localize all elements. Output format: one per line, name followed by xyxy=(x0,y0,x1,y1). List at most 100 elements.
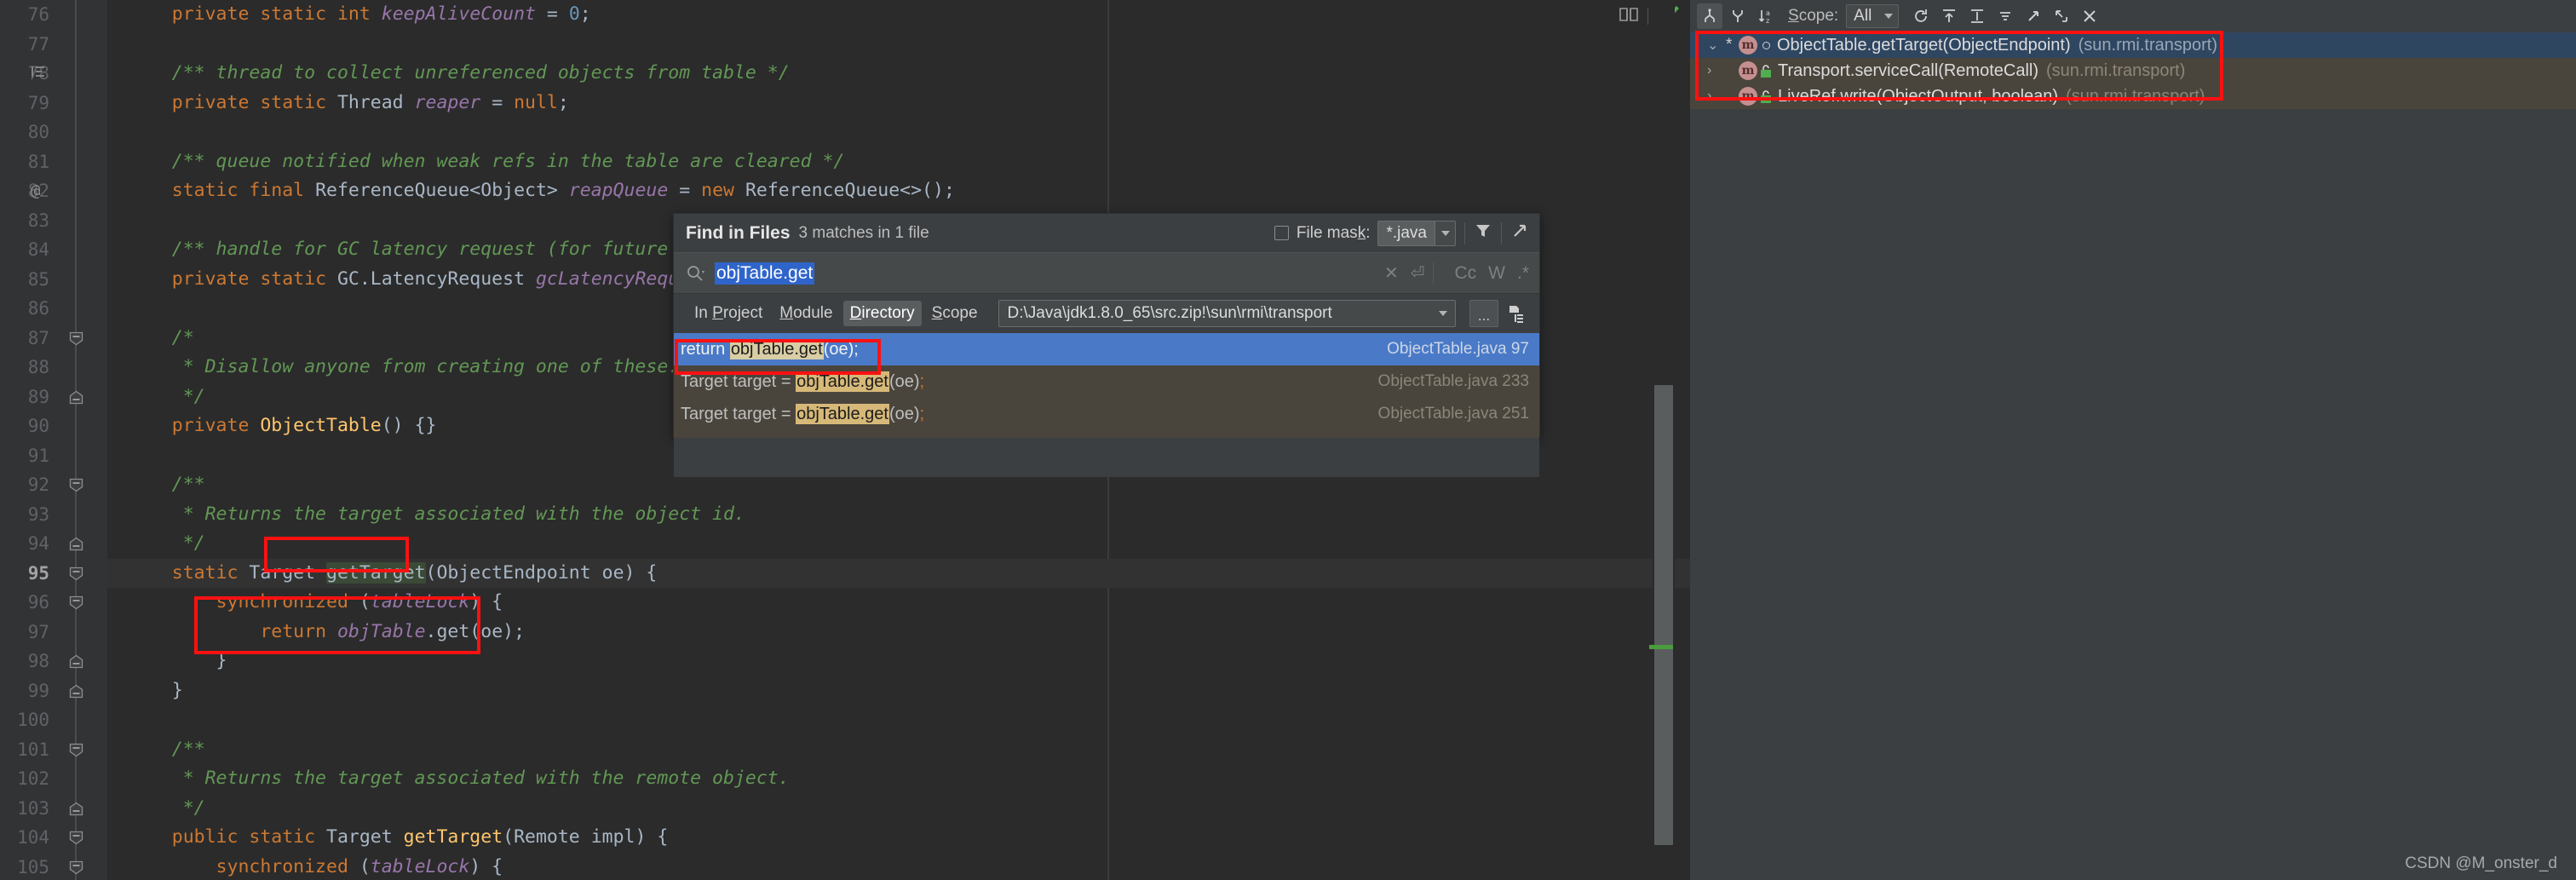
scope-tab-in-project[interactable]: In Project xyxy=(687,301,769,326)
expand-all-icon[interactable] xyxy=(1936,3,1962,29)
fold-collapse-icon[interactable] xyxy=(68,653,84,670)
module-tree-icon[interactable] xyxy=(1502,300,1531,327)
callee-hierarchy-icon[interactable] xyxy=(1697,3,1722,29)
caller-hierarchy-icon[interactable] xyxy=(1725,3,1751,29)
code-line[interactable]: /** queue notified when weak refs in the… xyxy=(107,147,1690,177)
code-line[interactable]: /** xyxy=(107,735,1690,765)
chevron-right-icon[interactable]: › xyxy=(1707,89,1726,104)
refresh-icon[interactable] xyxy=(1908,3,1934,29)
fold-expand-icon[interactable] xyxy=(68,477,84,493)
gutter-line-number[interactable]: 105 xyxy=(0,853,107,880)
gutter-line-number[interactable]: 98 xyxy=(0,647,107,676)
code-line[interactable]: */ xyxy=(107,794,1690,824)
gutter-line-number[interactable]: 87 xyxy=(0,324,107,354)
whole-words-toggle[interactable]: W xyxy=(1488,263,1505,284)
gutter-line-number[interactable]: 78 xyxy=(0,59,107,89)
chevron-down-icon[interactable] xyxy=(1431,311,1455,316)
gutter-line-number[interactable]: 82 xyxy=(0,176,107,206)
code-line[interactable]: public static Target getTarget(Remote im… xyxy=(107,823,1690,853)
file-mask-checkbox[interactable] xyxy=(1274,226,1289,240)
code-line[interactable]: */ xyxy=(107,529,1690,559)
hierarchy-scope-select[interactable]: All xyxy=(1846,4,1900,28)
gutter-line-number[interactable]: 86 xyxy=(0,294,107,324)
gutter-line-number[interactable]: 79 xyxy=(0,89,107,118)
gutter-line-number[interactable]: 93 xyxy=(0,500,107,530)
gutter-line-number[interactable]: 101 xyxy=(0,735,107,765)
filter-icon[interactable] xyxy=(1474,221,1492,244)
find-results-list[interactable]: return objTable.get(oe); ObjectTable.java… xyxy=(674,333,1539,438)
code-line[interactable]: * Returns the target associated with the… xyxy=(107,500,1690,530)
gutter-line-number[interactable]: 77 xyxy=(0,30,107,60)
history-icon[interactable]: ⏎ xyxy=(1411,262,1425,284)
editor-scrollbar-thumb[interactable] xyxy=(1654,385,1673,845)
collapse-all-icon[interactable] xyxy=(1964,3,1990,29)
fold-collapse-icon[interactable] xyxy=(68,389,84,405)
file-mask-select[interactable]: *.java xyxy=(1377,220,1456,246)
code-line[interactable]: static Target getTarget(ObjectEndpoint o… xyxy=(107,558,1690,588)
browse-button[interactable]: ... xyxy=(1469,300,1498,327)
code-line[interactable]: /** thread to collect unreferenced objec… xyxy=(107,59,1690,89)
find-search-row[interactable]: objTable.get ✕ ⏎ Cc W .* xyxy=(674,253,1539,294)
search-input[interactable]: objTable.get xyxy=(715,262,815,285)
directory-path-select[interactable]: D:\Java\jdk1.8.0_65\src.zip!\sun\rmi\tra… xyxy=(998,300,1456,327)
hierarchy-toolbar[interactable]: a z Scope: All xyxy=(1690,0,2576,32)
gutter-line-number[interactable]: 103 xyxy=(0,794,107,824)
gutter-line-number[interactable]: 84 xyxy=(0,235,107,265)
scope-tab-module[interactable]: Module xyxy=(773,301,839,326)
code-line[interactable]: static final ReferenceQueue<Object> reap… xyxy=(107,176,1690,206)
find-in-files-dialog[interactable]: Find in Files 3 matches in 1 file File m… xyxy=(673,213,1540,477)
gutter-line-number[interactable]: 76 xyxy=(0,0,107,30)
gutter-line-number[interactable]: 97 xyxy=(0,618,107,647)
hierarchy-row[interactable]: ⌄ * m ObjectTable.getTarget(ObjectEndpoint)… xyxy=(1690,32,2576,58)
code-line[interactable] xyxy=(107,118,1690,147)
gutter-line-number[interactable]: 88 xyxy=(0,353,107,382)
gutter-line-number[interactable]: 102 xyxy=(0,764,107,794)
gutter-line-number[interactable]: 96 xyxy=(0,588,107,618)
gutter-line-number[interactable]: 85 xyxy=(0,265,107,295)
book-icon[interactable] xyxy=(1619,6,1639,27)
fold-collapse-icon[interactable] xyxy=(68,683,84,699)
editor-gutter[interactable]: 76 77 78 79 80 81 82 83 84 85 86 87 88 89 90 91 92 93 94 95… xyxy=(0,0,107,880)
regex-toggle[interactable]: .* xyxy=(1517,263,1529,284)
hierarchy-row[interactable]: › m LiveRef.write(ObjectOutput, boolean) (s… xyxy=(1690,83,2576,109)
pin-tab-icon[interactable] xyxy=(2021,3,2046,29)
fold-expand-icon[interactable] xyxy=(68,595,84,611)
fold-expand-icon[interactable] xyxy=(68,742,84,758)
fold-expand-icon[interactable] xyxy=(68,830,84,846)
pin-icon[interactable] xyxy=(1510,221,1529,244)
code-line[interactable]: synchronized (tableLock) { xyxy=(107,588,1690,618)
fold-collapse-icon[interactable] xyxy=(68,536,84,552)
scope-tab-directory[interactable]: Directory xyxy=(842,301,922,326)
search-icon[interactable] xyxy=(686,264,706,283)
hierarchy-row[interactable]: › m Transport.serviceCall(RemoteCall) (sun.… xyxy=(1690,58,2576,83)
fold-expand-icon[interactable] xyxy=(68,566,84,582)
match-case-toggle[interactable]: Cc xyxy=(1454,263,1476,284)
find-scope-row[interactable]: In Project Module Directory Scope D:\Jav… xyxy=(674,294,1539,333)
gutter-line-number[interactable]: 81 xyxy=(0,147,107,177)
chevron-down-icon[interactable] xyxy=(1435,221,1455,245)
code-line[interactable] xyxy=(107,30,1690,60)
fold-expand-icon[interactable] xyxy=(68,331,84,347)
gutter-line-number[interactable]: 92 xyxy=(0,470,107,500)
code-line[interactable]: return objTable.get(oe); xyxy=(107,618,1690,647)
scope-tab-scope[interactable]: Scope xyxy=(925,301,985,326)
fold-expand-icon[interactable] xyxy=(68,860,84,876)
code-line[interactable]: } xyxy=(107,676,1690,706)
call-hierarchy-panel[interactable]: a z Scope: All ⌄ * m ObjectTable.getTarg… xyxy=(1690,0,2576,880)
align-marker-icon[interactable] xyxy=(31,64,46,83)
code-line[interactable]: } xyxy=(107,647,1690,676)
autoscroll-icon[interactable] xyxy=(1992,3,2018,29)
fold-collapse-icon[interactable] xyxy=(68,801,84,817)
gutter-line-number[interactable]: 99 xyxy=(0,676,107,706)
gutter-line-number[interactable]: 95 xyxy=(0,559,107,589)
find-result-row[interactable]: Target target = objTable.get(oe); ObjectT… xyxy=(674,398,1539,430)
gutter-line-number[interactable]: 94 xyxy=(0,529,107,559)
code-line[interactable]: * Returns the target associated with the… xyxy=(107,764,1690,794)
find-result-row[interactable]: return objTable.get(oe); ObjectTable.java… xyxy=(674,333,1539,365)
close-icon[interactable] xyxy=(2077,3,2102,29)
gutter-line-number[interactable]: 89 xyxy=(0,382,107,412)
gutter-line-number[interactable]: 100 xyxy=(0,705,107,735)
code-line[interactable]: synchronized (tableLock) { xyxy=(107,853,1690,880)
code-line[interactable] xyxy=(107,705,1690,735)
gutter-line-number[interactable]: 104 xyxy=(0,823,107,853)
